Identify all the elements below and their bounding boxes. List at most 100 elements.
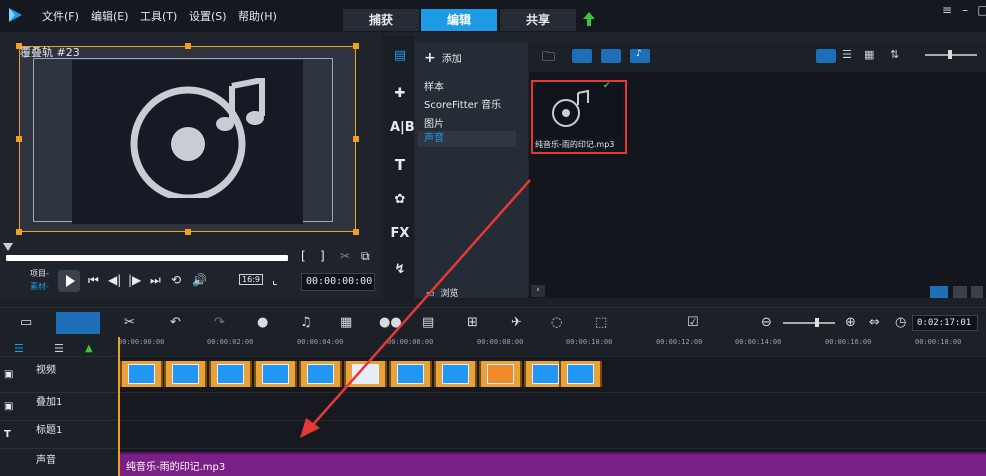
resize-handle[interactable] — [16, 229, 22, 235]
path-icon[interactable]: ↯ — [390, 262, 410, 280]
overlay-track[interactable] — [118, 392, 986, 420]
view-list-icon[interactable]: ☰ — [842, 48, 852, 61]
video-clip[interactable] — [559, 361, 602, 387]
resize-handle[interactable] — [185, 229, 191, 235]
transition-icon[interactable]: A|B — [390, 120, 415, 138]
video-clip[interactable] — [254, 361, 297, 387]
video-clip[interactable] — [344, 361, 387, 387]
zoom-slider[interactable] — [783, 322, 835, 324]
check-all-icon[interactable]: ☑ — [687, 315, 699, 330]
marker-icon[interactable]: ▲ — [85, 343, 93, 354]
tab-capture[interactable]: 捕获 — [343, 9, 419, 31]
auto-music-icon[interactable]: ▦ — [340, 315, 352, 330]
browse-button[interactable]: ▭ 浏览 — [426, 286, 459, 299]
next-frame-icon[interactable]: |▶ — [128, 273, 141, 287]
video-clip[interactable] — [299, 361, 342, 387]
menu-help[interactable]: 帮助(H) — [238, 8, 277, 24]
media-library-icon[interactable]: ▤ — [390, 48, 410, 66]
view-grid-icon[interactable]: ▦ — [864, 48, 874, 61]
track-manager-icon[interactable]: ☰ — [14, 342, 24, 355]
tools-icon[interactable]: ✂ — [124, 315, 135, 330]
mark-in-button[interactable]: [ — [301, 249, 306, 263]
record-icon[interactable]: ● — [257, 315, 268, 330]
audio-clip[interactable] — [120, 452, 986, 476]
scissors-icon[interactable]: ✂ — [340, 249, 350, 263]
resize-handle[interactable] — [185, 43, 191, 49]
title-icon[interactable]: T — [390, 156, 410, 174]
menu-edit[interactable]: 编辑(E) — [91, 8, 129, 24]
filter-photo-button[interactable] — [601, 49, 621, 63]
resize-handle[interactable] — [16, 136, 22, 142]
menu-tools[interactable]: 工具(T) — [140, 8, 177, 24]
filter-icon[interactable]: FX — [390, 226, 410, 244]
view-thumbnail-button[interactable] — [816, 49, 836, 63]
video-clip[interactable] — [120, 361, 163, 387]
subtitle-icon[interactable]: ▤ — [422, 315, 434, 330]
category-samples[interactable]: 样本 — [424, 78, 444, 93]
volume-icon[interactable]: 🔊 — [192, 273, 207, 287]
resize-handle[interactable] — [353, 43, 359, 49]
video-clip[interactable] — [434, 361, 477, 387]
layout-b-button[interactable] — [953, 286, 967, 298]
video-clip[interactable] — [479, 361, 522, 387]
add-category-button[interactable]: + 添加 — [424, 50, 462, 66]
video-clip[interactable] — [389, 361, 432, 387]
redo-icon[interactable]: ↷ — [214, 315, 225, 330]
copy-icon[interactable]: ⧉ — [361, 249, 370, 264]
clip-mode-label[interactable]: 素材- — [30, 281, 49, 292]
tab-edit[interactable]: 编辑 — [421, 9, 497, 31]
repeat-icon[interactable]: ⟲ — [171, 273, 181, 287]
filter-audio-button[interactable]: ♪ — [630, 49, 650, 63]
zoom-out-icon[interactable]: ⊖ — [761, 315, 772, 330]
fit-project-icon[interactable]: ⇔ — [869, 315, 880, 330]
filter-video-button[interactable] — [572, 49, 592, 63]
layout-c-button[interactable] — [971, 286, 983, 298]
scrub-knob[interactable] — [3, 243, 13, 251]
category-sound[interactable]: 声音 — [418, 131, 516, 147]
window-menu-icon[interactable]: ≡ — [940, 3, 954, 17]
audio-mix-icon[interactable]: ♫ — [300, 315, 312, 330]
fit-icon[interactable]: ⌞ — [272, 273, 278, 287]
category-scorefitter[interactable]: ScoreFitter 音乐 — [424, 96, 501, 111]
scrub-bar[interactable] — [6, 255, 288, 261]
minimize-icon[interactable]: – — [958, 3, 972, 17]
prev-frame-icon[interactable]: ◀| — [108, 273, 121, 287]
zoom-knob[interactable] — [815, 318, 819, 327]
play-button[interactable] — [58, 270, 80, 292]
playhead[interactable] — [118, 337, 120, 476]
mark-out-button[interactable]: ] — [320, 249, 325, 263]
storyboard-view-icon[interactable]: ▭ — [20, 315, 32, 330]
graphics-icon[interactable]: ✿ — [390, 192, 410, 210]
multicam-icon[interactable]: ⊞ — [467, 315, 478, 330]
video-clip[interactable] — [209, 361, 252, 387]
sort-icon[interactable]: ⇅ — [890, 48, 899, 61]
360-icon[interactable]: ◌ — [551, 315, 562, 330]
mask-icon[interactable]: ⬚ — [595, 315, 607, 330]
undo-icon[interactable]: ↶ — [170, 315, 181, 330]
video-clip[interactable] — [164, 361, 207, 387]
maximize-icon[interactable]: □ — [976, 3, 986, 17]
upload-arrow-icon[interactable] — [583, 12, 595, 26]
chapter-icon[interactable]: ☰ — [54, 342, 64, 355]
instant-project-icon[interactable]: ✚ — [390, 86, 410, 104]
menu-settings[interactable]: 设置(S) — [189, 8, 227, 24]
menu-file[interactable]: 文件(F) — [42, 8, 79, 24]
resize-handle[interactable] — [353, 136, 359, 142]
player-timecode[interactable]: 00:00:00:00 — [301, 273, 375, 291]
category-images[interactable]: 图片 — [424, 115, 444, 130]
resize-handle[interactable] — [353, 229, 359, 235]
thumb-size-knob[interactable] — [948, 50, 952, 59]
timeline-view-button[interactable] — [56, 312, 100, 334]
home-icon[interactable]: ⏮ — [88, 273, 99, 288]
aspect-ratio-button[interactable]: 16:9 — [239, 274, 263, 285]
layout-a-button[interactable] — [930, 286, 948, 298]
motion-track-icon[interactable]: ●● — [379, 315, 402, 330]
zoom-in-icon[interactable]: ⊕ — [845, 315, 856, 330]
speed-icon[interactable]: ✈ — [511, 315, 522, 330]
project-mode-label[interactable]: 项目- — [30, 268, 49, 279]
collapse-icon[interactable]: ‹ — [531, 285, 545, 297]
import-folder-icon[interactable]: 🗀 — [542, 48, 555, 70]
tab-share[interactable]: 共享 — [500, 9, 576, 31]
end-icon[interactable]: ⏭ — [150, 273, 161, 288]
title-track[interactable] — [118, 420, 986, 448]
